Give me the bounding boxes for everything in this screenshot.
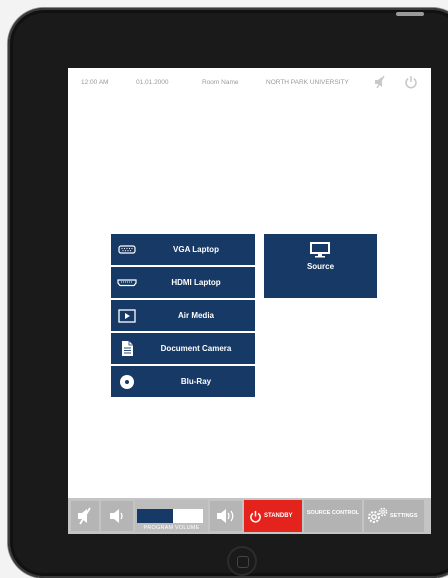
home-button[interactable] (227, 546, 257, 576)
status-bar: 12:00 AM 01.01.2000 Room Name NORTH PARK… (68, 68, 431, 98)
hdmi-port-icon (117, 279, 137, 287)
source-label: Document Camera (160, 344, 232, 353)
volume-down-button[interactable] (101, 501, 133, 531)
volume-up-button[interactable] (210, 501, 242, 531)
source-button-air-media[interactable]: Air Media (111, 300, 255, 331)
source-control-label: SOURCE CONTROL (306, 510, 360, 516)
program-mute-button[interactable] (71, 501, 99, 531)
clock-time: 12:00 AM (81, 79, 109, 86)
source-label: Air Media (177, 311, 214, 320)
disc-icon (120, 375, 134, 389)
program-volume-control[interactable]: PROGRAM VOLUME (135, 500, 208, 532)
standby-label: STANDBY (264, 513, 293, 519)
room-name: Room Name (202, 79, 239, 86)
touch-panel-screen: 12:00 AM 01.01.2000 Room Name NORTH PARK… (68, 68, 431, 534)
source-label: VGA Laptop (173, 245, 219, 254)
monitor-icon (310, 242, 330, 258)
source-button-blu-ray[interactable]: Blu-Ray (111, 366, 255, 397)
play-icon (118, 309, 136, 323)
control-bar: PROGRAM VOLUME STANDBY SOURCE CONTROL SE… (68, 498, 431, 534)
vga-port-icon (118, 245, 136, 254)
clock-date: 01.01.2000 (136, 79, 169, 86)
volume-fill (137, 509, 174, 523)
speaker-icon (110, 509, 123, 523)
mute-icon[interactable] (373, 75, 387, 89)
volume-slider[interactable] (137, 509, 203, 523)
display-source-label: Source (306, 262, 335, 271)
document-icon (122, 341, 133, 356)
source-label: Blu-Ray (180, 377, 212, 386)
speaker-loud-icon (217, 509, 234, 523)
source-button-hdmi-laptop[interactable]: HDMI Laptop (111, 267, 255, 298)
settings-button[interactable]: SETTINGS (364, 500, 424, 532)
power-side-button (396, 12, 424, 16)
source-list: VGA Laptop HDMI Laptop Air Media Documen… (111, 234, 255, 399)
volume-caption: PROGRAM VOLUME (143, 525, 200, 531)
tablet-frame: 12:00 AM 01.01.2000 Room Name NORTH PARK… (8, 8, 448, 578)
mute-icon (78, 507, 91, 525)
source-button-vga-laptop[interactable]: VGA Laptop (111, 234, 255, 265)
settings-label: SETTINGS (390, 513, 418, 519)
source-control-button[interactable]: SOURCE CONTROL (304, 500, 362, 532)
standby-button[interactable]: STANDBY (244, 500, 302, 532)
organization-name: NORTH PARK UNIVERSITY (266, 79, 349, 86)
power-icon[interactable] (404, 75, 418, 89)
home-square-icon (237, 556, 249, 568)
display-source-button[interactable]: Source (264, 234, 377, 298)
gears-icon (368, 507, 388, 523)
source-label: HDMI Laptop (171, 278, 221, 287)
source-button-document-camera[interactable]: Document Camera (111, 333, 255, 364)
power-icon (250, 510, 261, 523)
